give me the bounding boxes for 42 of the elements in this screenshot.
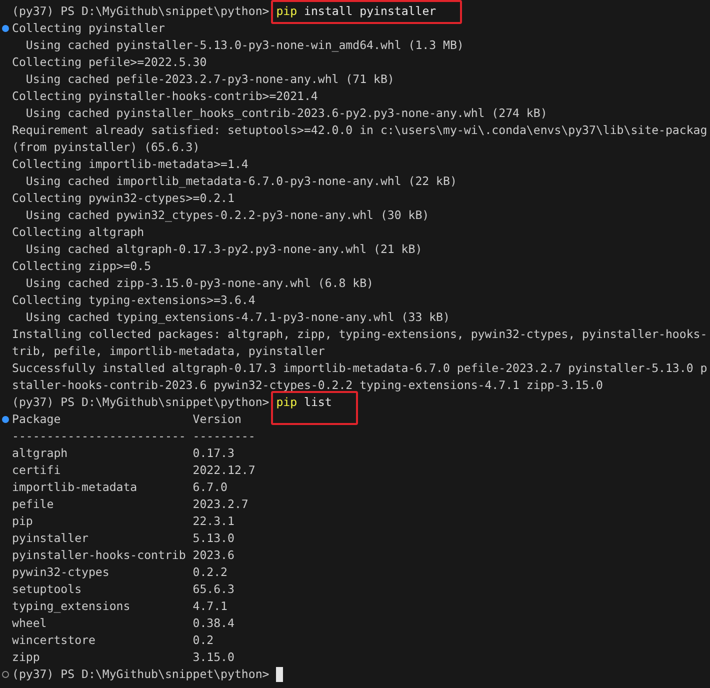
output-text: Collecting pyinstaller <box>12 20 165 37</box>
output-text: Collecting pyinstaller-hooks-contrib>=2021.4 <box>12 88 318 105</box>
output-text: Installing collected packages: altgraph, zipp, typing-extensions, pywin32-ctypes, pyinstaller-hooks- <box>12 326 708 343</box>
output-text: pyinstaller-hooks-contrib 2023.6 <box>12 547 234 564</box>
output-text: typing_extensions 4.7.1 <box>12 598 228 615</box>
output-text: pywin32-ctypes 0.2.2 <box>12 564 228 581</box>
output-text: staller-hooks-contrib-2023.6 pywin32-ctypes-0.2.2 typing-extensions-4.7.1 zipp-3.15.0 <box>12 377 603 394</box>
output-text: Collecting zipp>=0.5 <box>12 258 152 275</box>
output-text: Collecting pefile>=2022.5.30 <box>12 54 207 71</box>
command-text: pip install pyinstaller <box>276 4 436 18</box>
output-text: Requirement already satisfied: setuptools>=42.0.0 in c:\users\my-wi\.conda\envs\py37\lib\site-packag <box>12 122 708 139</box>
prompt-text: (py37) PS D:\MyGithub\snippet\python> <box>12 666 270 683</box>
output-text: (from pyinstaller) (65.6.3) <box>12 139 200 156</box>
output-text: Successfully installed altgraph-0.17.3 importlib-metadata-6.7.0 pefile-2023.2.7 pyinstaller-5.13.0 p <box>12 360 708 377</box>
output-text: wincertstore 0.2 <box>12 632 214 649</box>
output-text: pefile 2023.2.7 <box>12 496 248 513</box>
output-text: ------------------------- --------- <box>12 428 256 445</box>
prompt-text: (py37) PS D:\MyGithub\snippet\python> <box>12 394 270 411</box>
output-text: altgraph 0.17.3 <box>12 445 234 462</box>
output-text: Using cached importlib_metadata-6.7.0-py3-none-any.whl (22 kB) <box>24 173 457 190</box>
prompt-text: (py37) PS D:\MyGithub\snippet\python> <box>12 3 270 20</box>
output-text: Using cached pyinstaller-5.13.0-py3-none-win_amd64.whl (1.3 MB) <box>24 37 464 54</box>
output-text: setuptools 65.6.3 <box>12 581 234 598</box>
output-text: Using cached typing_extensions-4.7.1-py3-none-any.whl (33 kB) <box>24 309 450 326</box>
output-text: Using cached pywin32_ctypes-0.2.2-py3-none-any.whl (30 kB) <box>24 207 430 224</box>
output-text: trib, pefile, importlib-metadata, pyinstaller <box>12 343 325 360</box>
output-text: zipp 3.15.0 <box>12 649 234 666</box>
output-text: Collecting importlib-metadata>=1.4 <box>12 156 248 173</box>
output-text: Using cached pyinstaller_hooks_contrib-2023.6-py2.py3-none-any.whl (274 kB) <box>24 105 548 122</box>
output-text: pip 22.3.1 <box>12 513 234 530</box>
output-text: Package Version <box>12 411 242 428</box>
command-text: pip list <box>276 395 332 409</box>
output-text: Collecting pywin32-ctypes>=0.2.1 <box>12 190 234 207</box>
output-text: Using cached zipp-3.15.0-py3-none-any.whl (6.8 kB) <box>24 275 374 292</box>
output-text: certifi 2022.12.7 <box>12 462 256 479</box>
output-text: importlib-metadata 6.7.0 <box>12 479 228 496</box>
output-text: Collecting altgraph <box>12 224 144 241</box>
output-text: Using cached altgraph-0.17.3-py2.py3-none-any.whl (21 kB) <box>24 241 422 258</box>
output-text: Using cached pefile-2023.2.7-py3-none-any.whl (71 kB) <box>24 71 394 88</box>
output-text: Collecting typing-extensions>=3.6.4 <box>12 292 256 309</box>
output-text: pyinstaller 5.13.0 <box>12 530 234 547</box>
output-text: wheel 0.38.4 <box>12 615 234 632</box>
